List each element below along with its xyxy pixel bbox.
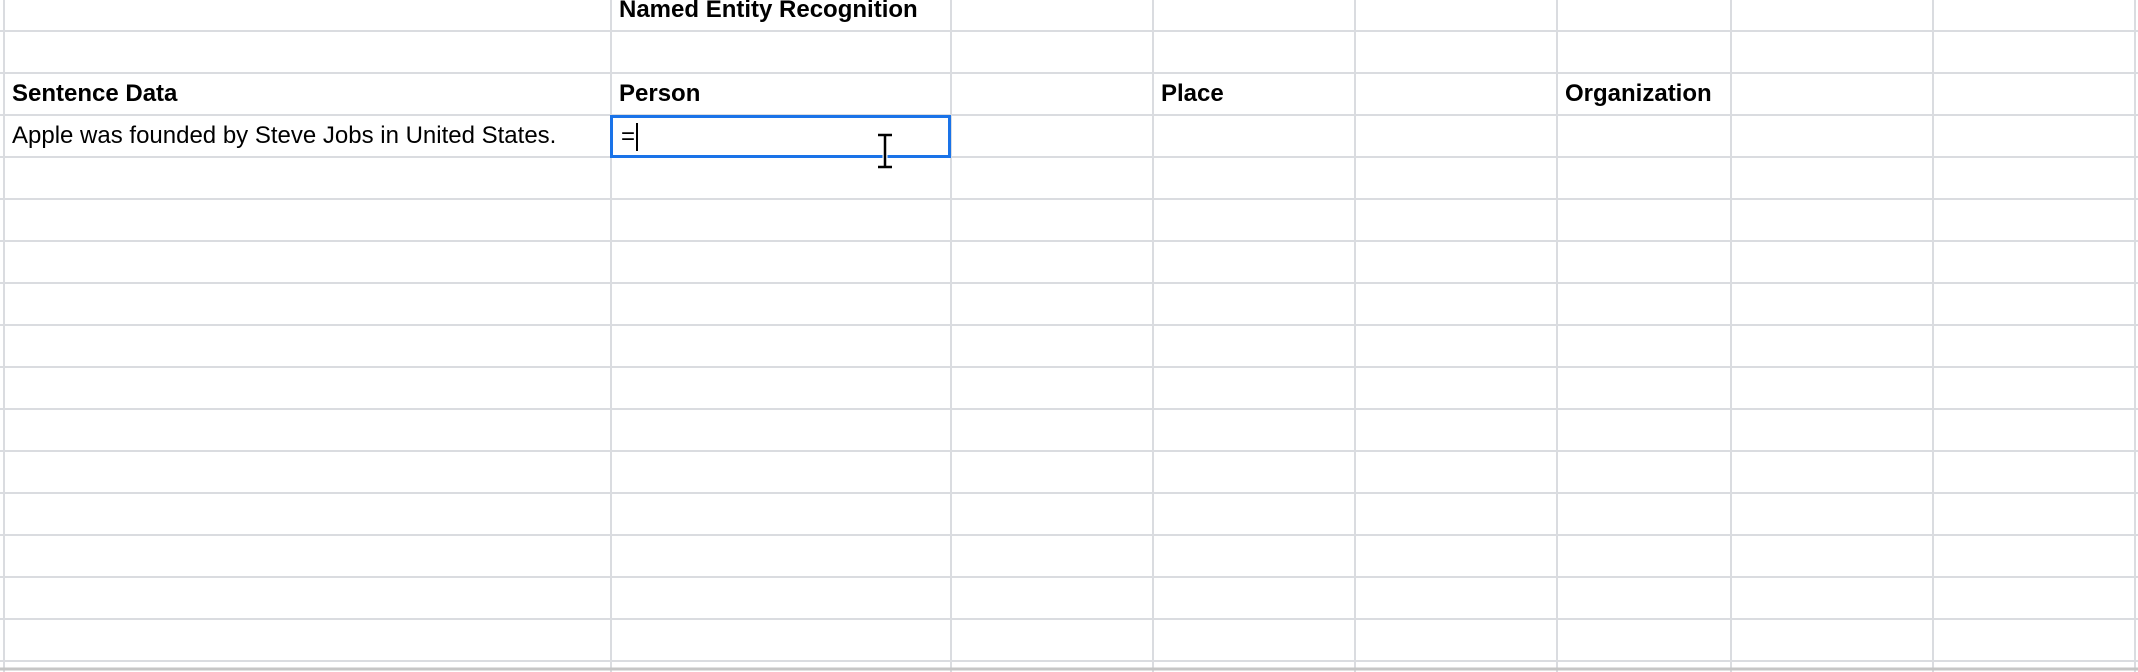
active-cell-person-row1[interactable]: =	[610, 115, 951, 158]
header-organization[interactable]: Organization	[1557, 73, 1731, 115]
text-cursor-icon	[875, 132, 895, 170]
header-person[interactable]: Person	[611, 73, 951, 115]
text-caret	[636, 122, 639, 151]
header-place[interactable]: Place	[1153, 73, 1355, 115]
header-sentence-data[interactable]: Sentence Data	[4, 73, 611, 115]
spreadsheet-grid[interactable]: Named Entity Recognition Sentence Data P…	[0, 0, 2138, 672]
cell-title-named-entity-recognition[interactable]: Named Entity Recognition	[611, 0, 951, 31]
cell-editor-text[interactable]: =	[621, 123, 635, 151]
cell-sentence-row1[interactable]: Apple was founded by Steve Jobs in Unite…	[4, 115, 611, 157]
